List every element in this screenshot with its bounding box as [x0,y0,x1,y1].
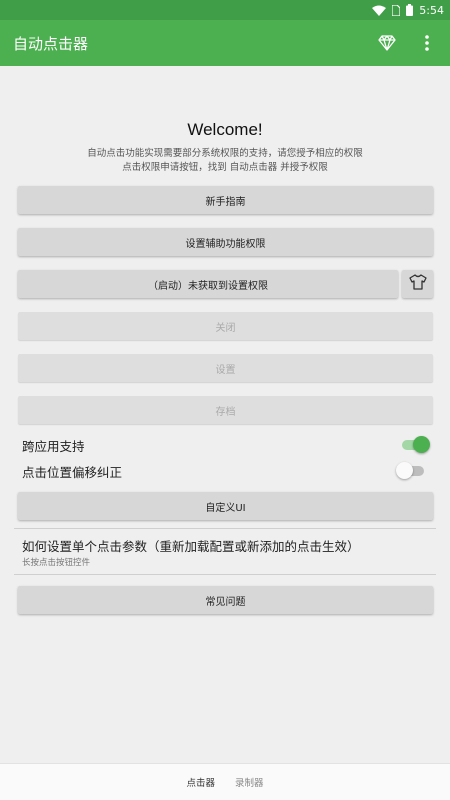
accessibility-permission-button[interactable]: 设置辅助功能权限 [18,228,433,256]
app-actions [376,32,438,54]
bottom-nav: 点击器 录制器 [0,763,450,800]
tshirt-icon [408,274,427,294]
toggle-thumb [396,462,413,479]
app-bar: 自动点击器 [0,20,450,66]
clock-time: 5:54 [419,3,444,17]
divider [14,574,436,575]
offset-correction-toggle[interactable] [396,462,426,479]
help-title[interactable]: 如何设置单个点击参数（重新加载配置或新添加的点击生效） [22,536,360,555]
custom-skin-button[interactable] [402,270,433,298]
toggle-thumb [413,436,430,453]
cross-app-toggle[interactable] [400,436,430,453]
offset-correction-label: 点击位置偏移纠正 [22,465,123,480]
status-icons: 5:54 [372,2,444,18]
divider [14,528,436,529]
nav-tab-clicker[interactable]: 点击器 [186,775,215,789]
cross-app-label: 跨应用支持 [22,439,85,454]
battery-icon [406,4,414,16]
guide-button[interactable]: 新手指南 [18,186,433,214]
status-bar: 5:54 [0,0,450,20]
welcome-heading: Welcome! [187,120,263,139]
wifi-icon [372,5,387,16]
settings-button[interactable]: 设置 [18,354,433,382]
diamond-icon[interactable] [376,32,398,54]
faq-button[interactable]: 常见问题 [18,586,433,614]
description-line-2: 点击权限申请按钮，找到 自动点击器 并授予权限 [122,162,328,173]
more-vert-icon[interactable] [416,32,438,54]
description-line-1: 自动点击功能实现需要部分系统权限的支持，请您授予相应的权限 [87,148,363,159]
custom-ui-button[interactable]: 自定义UI [18,492,433,520]
permission-description: 自动点击功能实现需要部分系统权限的支持，请您授予相应的权限 点击权限申请按钮，找… [20,147,430,175]
app-title: 自动点击器 [13,35,89,53]
close-button[interactable]: 关闭 [18,312,433,340]
nav-tab-recorder[interactable]: 录制器 [235,775,264,789]
setting-permission-button[interactable]: （启动）未获取到设置权限 [18,270,398,298]
help-subtitle: 长按点击按钮控件 [22,558,91,568]
sim-icon [392,4,401,16]
archive-button[interactable]: 存档 [18,396,433,424]
